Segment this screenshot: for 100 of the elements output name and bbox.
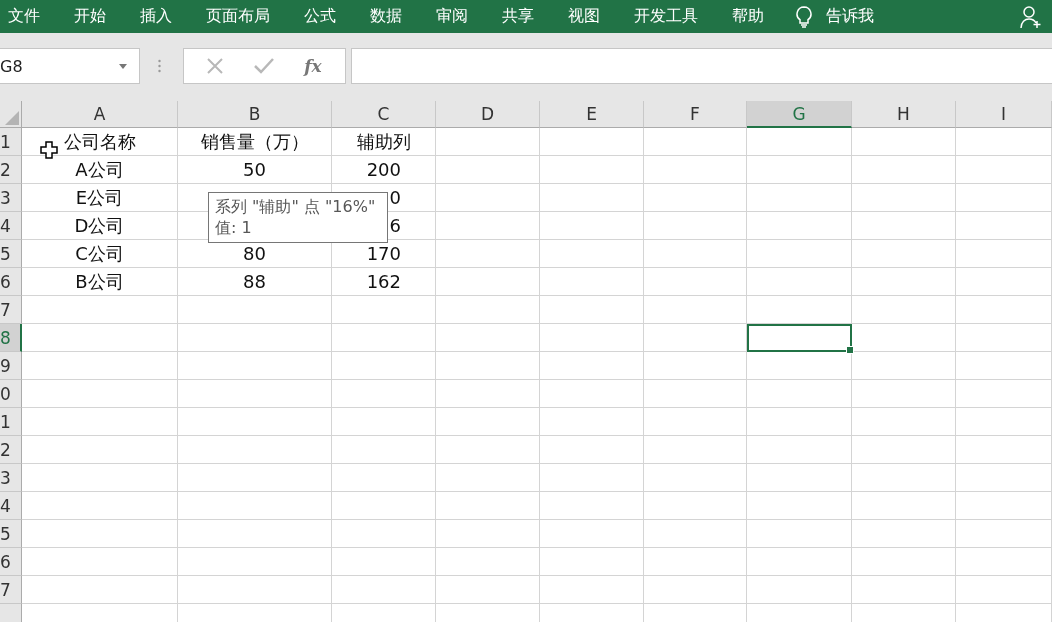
empty-cell[interactable]	[332, 352, 436, 380]
column-header[interactable]: H	[852, 101, 956, 128]
empty-cell[interactable]	[436, 464, 540, 492]
empty-cell[interactable]	[852, 184, 956, 212]
menu-tab[interactable]: 开始	[74, 6, 106, 27]
empty-cell[interactable]	[332, 464, 436, 492]
empty-cell[interactable]	[644, 352, 747, 380]
empty-cell[interactable]	[956, 324, 1052, 352]
empty-cell[interactable]	[852, 548, 956, 576]
column-header[interactable]: C	[332, 101, 436, 128]
empty-cell[interactable]	[747, 492, 852, 520]
empty-cell[interactable]	[644, 296, 747, 324]
empty-cell[interactable]	[436, 128, 540, 156]
row-header[interactable]: 1	[0, 408, 22, 436]
empty-cell[interactable]	[747, 576, 852, 604]
empty-cell[interactable]	[436, 156, 540, 184]
empty-cell[interactable]	[644, 212, 747, 240]
menu-tab[interactable]: 开发工具	[634, 6, 698, 27]
empty-cell[interactable]	[852, 156, 956, 184]
empty-cell[interactable]	[644, 128, 747, 156]
empty-cell[interactable]	[956, 212, 1052, 240]
row-header[interactable]: 9	[0, 352, 22, 380]
empty-cell[interactable]	[852, 436, 956, 464]
empty-cell[interactable]	[178, 492, 332, 520]
empty-cell[interactable]	[332, 520, 436, 548]
empty-cell[interactable]	[852, 128, 956, 156]
column-header[interactable]: D	[436, 101, 540, 128]
empty-cell[interactable]	[332, 492, 436, 520]
empty-cell[interactable]	[747, 436, 852, 464]
empty-cell[interactable]	[436, 268, 540, 296]
empty-cell[interactable]	[540, 408, 644, 436]
empty-cell[interactable]	[747, 128, 852, 156]
empty-cell[interactable]	[956, 268, 1052, 296]
cancel-icon[interactable]	[207, 58, 224, 74]
empty-cell[interactable]	[178, 576, 332, 604]
menu-tab[interactable]: 插入	[140, 6, 172, 27]
empty-cell[interactable]	[956, 296, 1052, 324]
empty-cell[interactable]	[852, 352, 956, 380]
empty-cell[interactable]	[644, 380, 747, 408]
empty-cell[interactable]	[540, 492, 644, 520]
empty-cell[interactable]	[436, 380, 540, 408]
empty-cell[interactable]	[540, 296, 644, 324]
row-header[interactable]: 6	[0, 548, 22, 576]
empty-cell[interactable]	[540, 324, 644, 352]
empty-cell[interactable]	[747, 268, 852, 296]
empty-cell[interactable]	[852, 268, 956, 296]
empty-cell[interactable]	[956, 352, 1052, 380]
empty-cell[interactable]	[852, 212, 956, 240]
column-header[interactable]: F	[644, 101, 747, 128]
menu-tab[interactable]: 数据	[370, 6, 402, 27]
name-box[interactable]: G8	[0, 48, 140, 84]
empty-cell[interactable]	[747, 156, 852, 184]
row-header[interactable]: 3	[0, 464, 22, 492]
empty-cell[interactable]	[436, 520, 540, 548]
empty-cell[interactable]	[956, 492, 1052, 520]
empty-cell[interactable]	[540, 576, 644, 604]
empty-cell[interactable]	[956, 128, 1052, 156]
empty-cell[interactable]	[747, 184, 852, 212]
empty-cell[interactable]	[644, 436, 747, 464]
empty-cell[interactable]	[540, 436, 644, 464]
empty-cell[interactable]	[332, 380, 436, 408]
lightbulb-icon[interactable]	[796, 5, 812, 28]
empty-cell[interactable]	[956, 576, 1052, 604]
empty-cell[interactable]	[956, 548, 1052, 576]
empty-cell[interactable]	[332, 324, 436, 352]
select-all-button[interactable]	[0, 101, 22, 128]
empty-cell[interactable]	[540, 464, 644, 492]
empty-cell[interactable]	[540, 268, 644, 296]
drag-handle-icon[interactable]	[158, 59, 161, 73]
empty-cell[interactable]	[436, 296, 540, 324]
empty-cell[interactable]	[747, 548, 852, 576]
empty-cell[interactable]	[178, 296, 332, 324]
empty-cell[interactable]	[852, 296, 956, 324]
empty-cell[interactable]	[956, 464, 1052, 492]
menu-tab[interactable]: 审阅	[436, 6, 468, 27]
empty-cell[interactable]	[540, 128, 644, 156]
empty-cell[interactable]	[644, 156, 747, 184]
column-header[interactable]: G	[747, 101, 852, 128]
empty-cell[interactable]	[178, 352, 332, 380]
empty-cell[interactable]	[436, 436, 540, 464]
empty-cell[interactable]	[956, 184, 1052, 212]
empty-cell[interactable]	[747, 408, 852, 436]
empty-cell[interactable]	[747, 520, 852, 548]
row-header[interactable]: 6	[0, 268, 22, 296]
row-header[interactable]: 2	[0, 156, 22, 184]
empty-cell[interactable]	[332, 436, 436, 464]
empty-cell[interactable]	[644, 240, 747, 268]
menu-tab[interactable]: 文件	[8, 6, 40, 27]
menu-tab[interactable]: 公式	[304, 6, 336, 27]
empty-cell[interactable]	[332, 296, 436, 324]
row-header[interactable]: 3	[0, 184, 22, 212]
empty-cell[interactable]	[436, 352, 540, 380]
empty-cell[interactable]	[852, 408, 956, 436]
empty-cell[interactable]	[436, 408, 540, 436]
empty-cell[interactable]	[747, 212, 852, 240]
empty-cell[interactable]	[644, 408, 747, 436]
formula-input[interactable]	[351, 48, 1052, 84]
empty-cell[interactable]	[436, 324, 540, 352]
add-user-icon[interactable]	[1020, 4, 1044, 29]
empty-cell[interactable]	[436, 492, 540, 520]
